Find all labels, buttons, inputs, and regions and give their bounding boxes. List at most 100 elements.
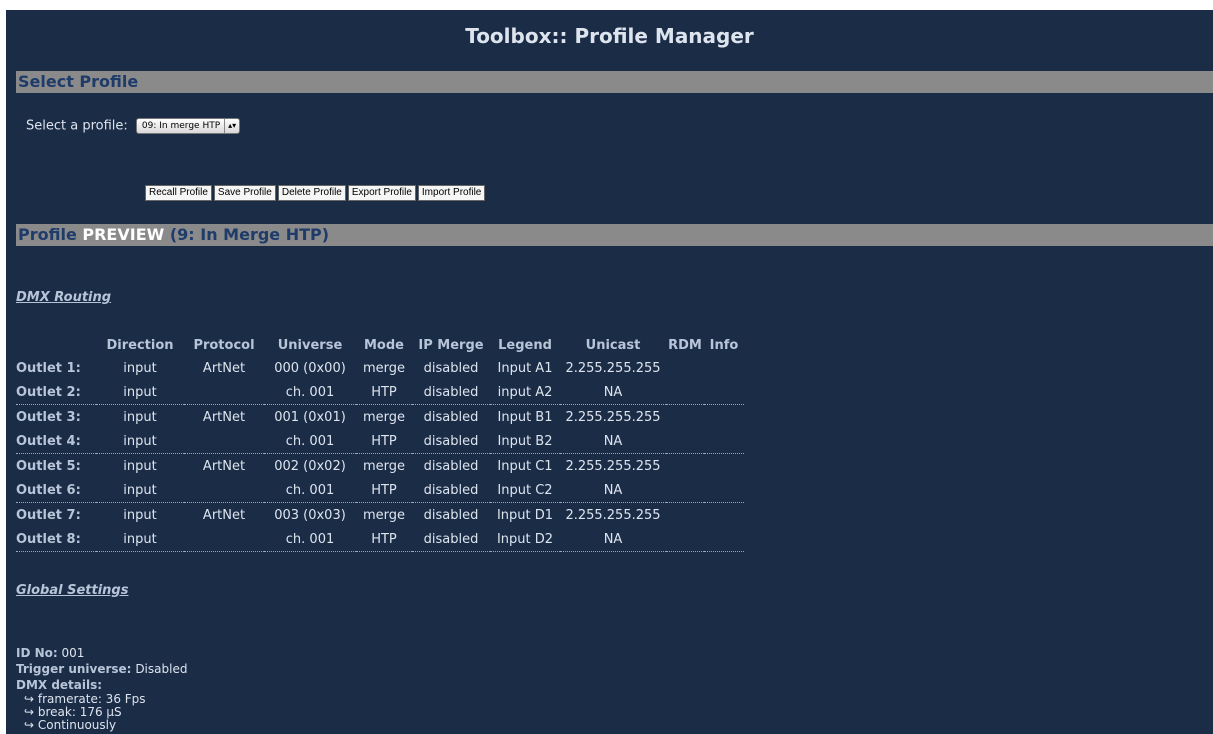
unicast-cell: NA	[560, 380, 666, 405]
info-cell	[704, 380, 744, 405]
export-profile-button[interactable]: Export Profile	[347, 185, 416, 201]
direction-cell: input	[96, 380, 184, 405]
protocol-cell	[184, 429, 264, 454]
unicast-cell: NA	[560, 527, 666, 552]
legend-cell: Input D1	[496, 507, 554, 523]
protocol-cell	[184, 527, 264, 552]
trigger-label: Trigger universe:	[16, 662, 132, 676]
id-value: 001	[61, 646, 85, 660]
column-header: Legend	[498, 337, 552, 353]
universe-cell: ch. 001	[264, 380, 356, 405]
mode-cell: HTP	[356, 429, 412, 454]
rdm-cell	[666, 454, 704, 479]
table-row: Outlet 3: input ArtNet 001 (0x01) merge …	[16, 405, 744, 430]
column-header: Info	[709, 337, 739, 353]
direction-cell: input	[123, 458, 157, 474]
unicast-cell: 2.255.255.255	[565, 360, 661, 376]
info-cell	[704, 527, 744, 552]
rdm-cell	[666, 527, 704, 552]
dmx-routing-table: Direction Protocol Universe Mode IP Merg…	[16, 334, 744, 552]
column-header: Unicast	[585, 337, 641, 353]
dmx-routing-heading: DMX Routing	[16, 290, 112, 305]
rdm-cell	[666, 503, 704, 528]
outlet-label: Outlet 7:	[16, 507, 81, 523]
unicast-cell: NA	[560, 478, 666, 503]
protocol-cell: ArtNet	[202, 507, 246, 523]
info-cell	[704, 478, 744, 503]
select-profile-label: Select a profile:	[26, 118, 128, 134]
trigger-value: Disabled	[135, 662, 188, 676]
delete-profile-button[interactable]: Delete Profile	[277, 185, 346, 201]
outlet-label: Outlet 4:	[16, 429, 96, 454]
rdm-cell	[666, 380, 704, 405]
ip-merge-cell: disabled	[423, 458, 479, 474]
profile-preview-header: Profile PREVIEW (9: In Merge HTP)	[16, 224, 1213, 246]
direction-cell: input	[96, 429, 184, 454]
column-header: Direction	[106, 337, 174, 353]
dmx-detail-mode: ↪ Continuously	[24, 718, 117, 732]
column-header: IP Merge	[418, 337, 484, 353]
universe-cell: 000 (0x00)	[274, 360, 346, 376]
rdm-cell	[666, 356, 704, 380]
select-profile-header: Select Profile	[16, 71, 1213, 93]
ip-merge-cell: disabled	[412, 429, 490, 454]
direction-cell: input	[96, 527, 184, 552]
ip-merge-cell: disabled	[412, 380, 490, 405]
info-cell	[704, 454, 744, 479]
column-header: Mode	[364, 337, 404, 353]
legend-cell: Input D2	[490, 527, 560, 552]
direction-cell: input	[96, 478, 184, 503]
unicast-cell: 2.255.255.255	[565, 507, 661, 523]
page-title: Toolbox:: Profile Manager	[465, 24, 754, 48]
ip-merge-cell: disabled	[412, 527, 490, 552]
outlet-label: Outlet 6:	[16, 478, 96, 503]
profile-select[interactable]: 09: In merge HTP ▴▾	[135, 118, 241, 134]
info-cell	[704, 503, 744, 528]
column-header	[16, 334, 96, 356]
table-row: Outlet 6: input ch. 001 HTP disabled Inp…	[16, 478, 744, 503]
info-cell	[704, 356, 744, 380]
legend-cell: Input B2	[490, 429, 560, 454]
unicast-cell: 2.255.255.255	[565, 458, 661, 474]
mode-cell: merge	[362, 409, 406, 425]
protocol-cell	[184, 380, 264, 405]
recall-profile-button[interactable]: Recall Profile	[145, 185, 212, 201]
mode-cell: merge	[362, 507, 406, 523]
column-header: Universe	[277, 337, 343, 353]
mode-cell: HTP	[356, 478, 412, 503]
outlet-label: Outlet 2:	[16, 380, 96, 405]
trigger-row: Trigger universe: Disabled	[16, 661, 187, 677]
table-row: Outlet 4: input ch. 001 HTP disabled Inp…	[16, 429, 744, 454]
preview-heading-prefix: Profile	[18, 225, 83, 244]
legend-cell: Input C2	[490, 478, 560, 503]
id-label: ID No:	[16, 646, 58, 660]
outlet-label: Outlet 1:	[16, 360, 81, 376]
unicast-cell: 2.255.255.255	[565, 409, 661, 425]
ip-merge-cell: disabled	[423, 409, 479, 425]
select-arrows-icon: ▴▾	[224, 119, 236, 133]
global-settings-heading: Global Settings	[16, 583, 129, 598]
mode-cell: merge	[362, 458, 406, 474]
table-row: Outlet 7: input ArtNet 003 (0x03) merge …	[16, 503, 744, 528]
direction-cell: input	[123, 507, 157, 523]
ip-merge-cell: disabled	[423, 507, 479, 523]
outlet-label: Outlet 8:	[16, 527, 96, 552]
table-row: Outlet 1: input ArtNet 000 (0x00) merge …	[16, 356, 744, 380]
rdm-cell	[666, 478, 704, 503]
ip-merge-cell: disabled	[412, 478, 490, 503]
protocol-cell	[184, 478, 264, 503]
global-settings: ID No: 001 Trigger universe: Disabled DM…	[16, 645, 187, 732]
universe-cell: ch. 001	[264, 527, 356, 552]
ip-merge-cell: disabled	[423, 360, 479, 376]
save-profile-button[interactable]: Save Profile	[213, 185, 276, 201]
mode-cell: merge	[362, 360, 406, 376]
protocol-cell: ArtNet	[202, 409, 246, 425]
rdm-cell	[666, 429, 704, 454]
direction-cell: input	[123, 360, 157, 376]
outlet-label: Outlet 3:	[16, 409, 81, 425]
dmx-details-label: DMX details:	[16, 678, 103, 692]
app-frame: Toolbox:: Profile Manager Select Profile…	[6, 10, 1213, 734]
legend-cell: input A2	[490, 380, 560, 405]
import-profile-button[interactable]: Import Profile	[417, 185, 486, 201]
legend-cell: Input A1	[497, 360, 553, 376]
